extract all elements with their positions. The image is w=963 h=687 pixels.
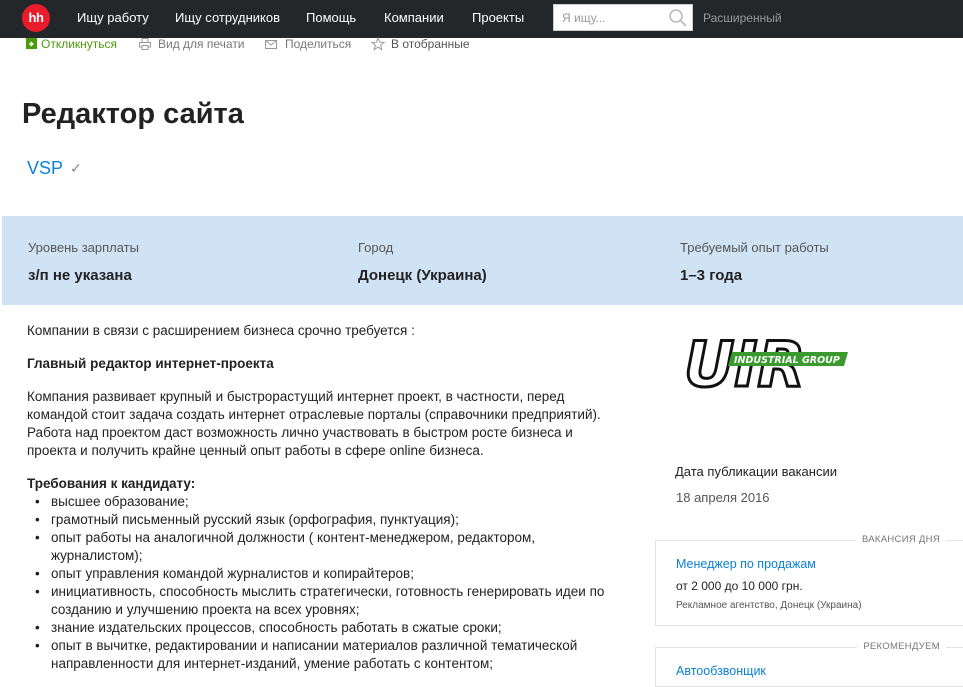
nav-help[interactable]: Помощь [306, 10, 356, 25]
salary-label: Уровень зарплаты [28, 240, 139, 255]
experience-label: Требуемый опыт работы [680, 240, 829, 255]
search-icon[interactable] [668, 8, 688, 28]
hh-logo[interactable]: hh [22, 4, 50, 32]
vacancy-description: Компании в связи с расширением бизнеса с… [27, 322, 617, 673]
recommended-card: РЕКОМЕНДУЕМ Автообзвонщик [655, 641, 963, 687]
envelope-icon [265, 40, 277, 49]
vacancy-of-day-company: Рекламное агентство, Донецк (Украина) [676, 600, 862, 611]
publication-date-label: Дата публикации вакансии [675, 464, 837, 479]
vacancy-of-day-tag: ВАКАНСИЯ ДНЯ [855, 534, 946, 545]
recommended-tag: РЕКОМЕНДУЕМ [857, 641, 946, 652]
respond-label: Откликнуться [41, 37, 118, 51]
top-navigation-bar: hh Ищу работу Ищу сотрудников Помощь Ком… [0, 0, 963, 38]
vacancy-of-day-card: ВАКАНСИЯ ДНЯ Менеджер по продажам от 2 0… [655, 534, 963, 626]
description-about: Компания развивает крупный и быстрорасту… [27, 389, 601, 458]
verified-check-icon: ✓ [70, 160, 82, 176]
print-view-label: Вид для печати [158, 37, 245, 51]
salary-value: з/п не указана [28, 267, 132, 284]
search-input[interactable] [554, 5, 664, 30]
requirement-item: знание издательских процессов, способнос… [27, 619, 617, 637]
requirement-item: опыт управления командой журналистов и к… [27, 565, 617, 583]
vacancy-info-band: Уровень зарплаты з/п не указана Город До… [2, 216, 963, 305]
nav-find-job[interactable]: Ищу работу [77, 10, 149, 25]
city-label: Город [358, 240, 394, 255]
vacancy-title: Редактор сайта [22, 98, 244, 130]
print-icon [139, 38, 151, 50]
requirement-item: грамотный письменный русский язык (орфог… [27, 511, 617, 529]
advanced-search-link[interactable]: Расширенный [703, 11, 782, 25]
experience-value: 1–3 года [680, 267, 743, 284]
uir-logo-image: UIR INDUSTRIAL GROUP [676, 318, 858, 415]
vacancy-of-day-title-link[interactable]: Менеджер по продажам [676, 557, 816, 571]
nav-projects[interactable]: Проекты [472, 10, 524, 25]
nav-find-employees[interactable]: Ищу сотрудников [175, 10, 280, 25]
nav-companies[interactable]: Компании [384, 10, 444, 25]
company-logo[interactable]: UIR INDUSTRIAL GROUP [676, 318, 858, 415]
description-position: Главный редактор интернет-проекта [27, 356, 274, 371]
favorites-label: В отобранные [391, 37, 470, 51]
city-value: Донецк (Украина) [358, 267, 487, 284]
respond-icon [26, 38, 37, 49]
recommended-title-link[interactable]: Автообзвонщик [676, 664, 766, 678]
requirement-item: опыт в вычитке, редактировании и написан… [27, 637, 617, 673]
share-label: Поделиться [285, 37, 352, 51]
description-intro: Компании в связи с расширением бизнеса с… [27, 323, 415, 338]
logo-band-text: INDUSTRIAL GROUP [734, 355, 840, 366]
requirement-item: высшее образование; [27, 493, 617, 511]
requirements-heading: Требования к кандидату: [27, 476, 196, 491]
company-name-link[interactable]: VSP [27, 158, 63, 179]
search-box [553, 4, 693, 31]
requirements-list: высшее образование; грамотный письменный… [27, 493, 617, 673]
vacancy-of-day-salary: от 2 000 до 10 000 грн. [676, 579, 803, 593]
publication-date-value: 18 апреля 2016 [676, 490, 770, 505]
requirement-item: опыт работы на аналогичной должности ( к… [27, 529, 617, 565]
star-icon [371, 37, 385, 51]
requirement-item: инициативность, способность мыслить стра… [27, 583, 617, 619]
